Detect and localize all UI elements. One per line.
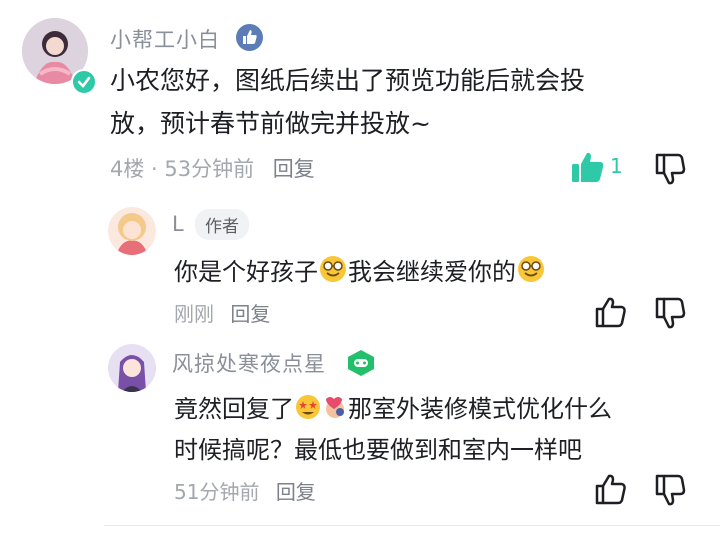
verified-badge-icon [71, 69, 97, 95]
avatar[interactable] [108, 207, 156, 255]
divider [104, 525, 720, 526]
like-count: 1 [610, 154, 623, 178]
author-badge: 作者 [195, 209, 249, 240]
thumb-up-filled-icon[interactable] [570, 150, 606, 184]
comment-text-line: 小农您好，图纸后续出了预览功能后就会投 [110, 66, 586, 95]
comment-meta: 刚刚 回复 [174, 298, 270, 327]
thumb-down-icon[interactable] [652, 473, 686, 507]
comment-text-segment: 竟然回复了 [174, 395, 294, 423]
glasses-smile-emoji-icon [318, 254, 348, 294]
comment-text-line: 时候搞呢？最低也要做到和室内一样吧 [174, 436, 582, 464]
comment-text-segment: 你是个好孩子 [174, 258, 318, 286]
comment-text-line: 你是个好孩子 我会继续爱你的 [174, 254, 546, 294]
comment-timestamp: 4楼 · 53分钟前 [110, 157, 255, 181]
thumb-up-icon[interactable] [594, 473, 628, 505]
verified-badge-icon [236, 24, 263, 51]
comment-timestamp: 51分钟前 [174, 480, 260, 504]
starstruck-emoji-icon [294, 393, 322, 431]
comment-text-line: 放，预计春节前做完并投放~ [110, 109, 431, 138]
comment-text-segment: 我会继续爱你的 [348, 258, 516, 286]
reply-button[interactable]: 回复 [276, 480, 316, 504]
comment-text-segment: 那室外装修模式优化什么 [348, 395, 612, 423]
reply-button[interactable]: 回复 [273, 157, 315, 181]
comment-author[interactable]: 小帮工小白 [110, 24, 220, 54]
gamepad-badge-icon [346, 349, 376, 377]
comment-meta: 51分钟前 回复 [174, 476, 316, 505]
kiss-emoji-icon [322, 393, 348, 431]
thumb-up-icon[interactable] [594, 296, 628, 328]
avatar[interactable] [108, 344, 156, 392]
comment-timestamp: 刚刚 [174, 302, 214, 326]
glasses-smile-emoji-icon [516, 254, 546, 294]
thumb-down-icon[interactable] [652, 152, 686, 186]
comment-meta: 4楼 · 53分钟前 回复 [110, 153, 315, 183]
comment-author[interactable]: L [172, 212, 185, 236]
reply-button[interactable]: 回复 [230, 302, 270, 326]
comment-text-line: 竟然回复了 那室外装修模式优化什么 [174, 391, 612, 431]
thumb-down-icon[interactable] [652, 296, 686, 330]
comment-author[interactable]: 风掠处寒夜点星 [172, 348, 326, 378]
